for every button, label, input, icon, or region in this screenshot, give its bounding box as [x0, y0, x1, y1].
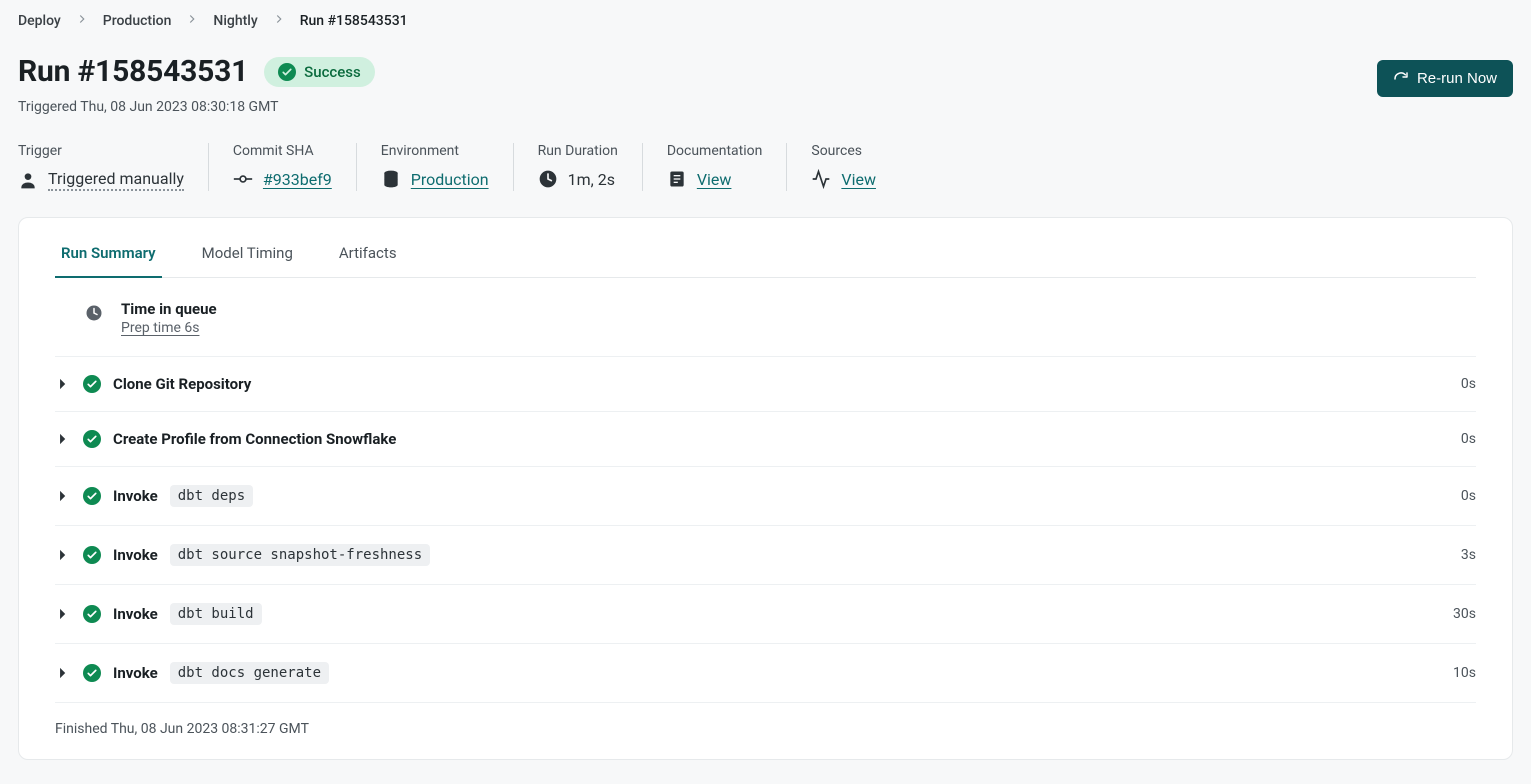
- step-command: dbt build: [170, 603, 262, 625]
- rerun-button[interactable]: Re-run Now: [1377, 60, 1513, 97]
- tabs: Run Summary Model Timing Artifacts: [55, 218, 1476, 278]
- step-duration: 0s: [1461, 488, 1476, 504]
- step-command: dbt source snapshot-freshness: [170, 544, 430, 566]
- refresh-icon: [1393, 71, 1409, 87]
- database-icon: [381, 169, 401, 189]
- step-prefix: Invoke: [113, 605, 158, 623]
- step-row[interactable]: Clone Git Repository 0s: [55, 357, 1476, 412]
- step-label: Create Profile from Connection Snowflake: [113, 430, 396, 448]
- triggered-timestamp: Triggered Thu, 08 Jun 2023 08:30:18 GMT: [18, 99, 375, 115]
- chevron-right-icon: [272, 12, 286, 30]
- check-circle-icon: [83, 664, 101, 682]
- caret-right-icon[interactable]: [55, 490, 71, 502]
- breadcrumb-nightly[interactable]: Nightly: [213, 13, 257, 29]
- meta-duration-value: 1m, 2s: [568, 170, 615, 189]
- step-prefix: Invoke: [113, 546, 158, 564]
- meta-environment-label: Environment: [381, 143, 489, 159]
- queue-title: Time in queue: [121, 300, 217, 318]
- check-circle-icon: [83, 430, 101, 448]
- status-badge: Success: [264, 57, 375, 87]
- run-meta-row: Trigger Triggered manually Commit SHA #9…: [18, 143, 1513, 191]
- caret-right-icon[interactable]: [55, 608, 71, 620]
- breadcrumb-production[interactable]: Production: [103, 13, 172, 29]
- chevron-right-icon: [75, 12, 89, 30]
- tab-artifacts[interactable]: Artifacts: [333, 236, 403, 277]
- check-circle-icon: [278, 63, 296, 81]
- check-circle-icon: [83, 605, 101, 623]
- tab-model-timing[interactable]: Model Timing: [196, 236, 299, 277]
- meta-commit-link[interactable]: #933bef9: [263, 170, 332, 189]
- breadcrumb-current: Run #158543531: [300, 13, 408, 29]
- meta-sources-label: Sources: [811, 143, 876, 159]
- queue-row: Time in queue Prep time 6s: [55, 278, 1476, 357]
- check-circle-icon: [83, 375, 101, 393]
- step-row[interactable]: Create Profile from Connection Snowflake…: [55, 412, 1476, 467]
- meta-documentation-label: Documentation: [667, 143, 763, 159]
- step-row[interactable]: Invoke dbt deps 0s: [55, 467, 1476, 526]
- caret-right-icon[interactable]: [55, 433, 71, 445]
- step-row[interactable]: Invoke dbt source snapshot-freshness 3s: [55, 526, 1476, 585]
- status-label: Success: [304, 63, 361, 81]
- step-duration: 0s: [1461, 376, 1476, 392]
- meta-environment-link[interactable]: Production: [411, 170, 489, 189]
- breadcrumb: Deploy Production Nightly Run #158543531: [18, 12, 1513, 30]
- chevron-right-icon: [185, 12, 199, 30]
- breadcrumb-deploy[interactable]: Deploy: [18, 13, 61, 29]
- page-title: Run #158543531: [18, 54, 248, 89]
- caret-right-icon[interactable]: [55, 667, 71, 679]
- meta-documentation-link[interactable]: View: [697, 170, 732, 189]
- step-prefix: Invoke: [113, 664, 158, 682]
- git-commit-icon: [233, 169, 253, 189]
- clock-icon: [538, 169, 558, 189]
- book-icon: [667, 169, 687, 189]
- step-command: dbt deps: [170, 485, 253, 507]
- finished-timestamp: Finished Thu, 08 Jun 2023 08:31:27 GMT: [55, 721, 1476, 737]
- run-card: Run Summary Model Timing Artifacts Time …: [18, 217, 1513, 760]
- meta-trigger-value[interactable]: Triggered manually: [48, 169, 184, 191]
- step-row[interactable]: Invoke dbt docs generate 10s: [55, 644, 1476, 703]
- step-command: dbt docs generate: [170, 662, 329, 684]
- meta-trigger-label: Trigger: [18, 143, 184, 159]
- step-duration: 3s: [1461, 547, 1476, 563]
- activity-icon: [811, 169, 831, 189]
- tab-run-summary[interactable]: Run Summary: [55, 236, 162, 278]
- meta-duration-label: Run Duration: [538, 143, 618, 159]
- clock-icon: [85, 304, 103, 322]
- step-prefix: Invoke: [113, 487, 158, 505]
- step-duration: 30s: [1453, 606, 1476, 622]
- step-duration: 10s: [1453, 665, 1476, 681]
- meta-commit-label: Commit SHA: [233, 143, 332, 159]
- step-row[interactable]: Invoke dbt build 30s: [55, 585, 1476, 644]
- rerun-label: Re-run Now: [1417, 70, 1497, 87]
- step-duration: 0s: [1461, 431, 1476, 447]
- check-circle-icon: [83, 487, 101, 505]
- user-icon: [18, 170, 38, 190]
- check-circle-icon: [83, 546, 101, 564]
- queue-subtitle[interactable]: Prep time 6s: [121, 320, 217, 336]
- caret-right-icon[interactable]: [55, 549, 71, 561]
- meta-sources-link[interactable]: View: [841, 170, 876, 189]
- caret-right-icon[interactable]: [55, 378, 71, 390]
- step-label: Clone Git Repository: [113, 375, 251, 393]
